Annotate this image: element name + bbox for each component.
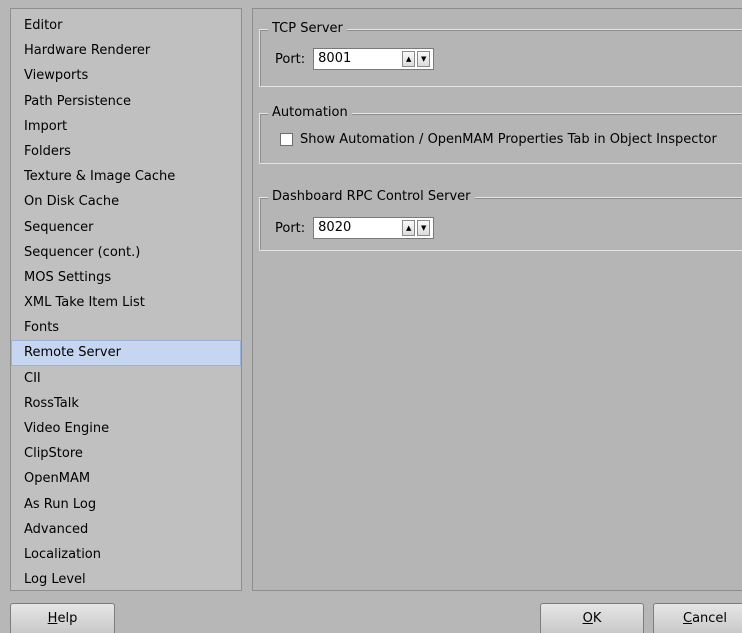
spin-up-icon[interactable]: ▲ [402, 220, 416, 236]
sidebar-item-cii[interactable]: CII [11, 366, 241, 391]
tcp-server-group-title: TCP Server [268, 21, 347, 37]
sidebar-item-xml-take-item-list[interactable]: XML Take Item List [11, 290, 241, 315]
sidebar-item-hardware-renderer[interactable]: Hardware Renderer [11, 38, 241, 63]
cancel-button[interactable]: Cancel [653, 603, 742, 633]
dashboard-rpc-group: Dashboard RPC Control Server Port: 8020 … [259, 189, 742, 251]
settings-category-list[interactable]: Editor Hardware Renderer Viewports Path … [10, 8, 242, 591]
sidebar-item-import[interactable]: Import [11, 114, 241, 139]
sidebar-item-rosstalk[interactable]: RossTalk [11, 391, 241, 416]
automation-group: Automation Show Automation / OpenMAM Pro… [259, 105, 742, 164]
sidebar-item-openmam[interactable]: OpenMAM [11, 466, 241, 491]
sidebar-item-video-engine[interactable]: Video Engine [11, 416, 241, 441]
automation-checkbox-label[interactable]: Show Automation / OpenMAM Properties Tab… [300, 132, 717, 147]
tcp-port-spin-buttons: ▲ ▼ [402, 51, 431, 67]
sidebar-item-clipstore[interactable]: ClipStore [11, 441, 241, 466]
tcp-port-spinbox[interactable]: 8001 ▲ ▼ [313, 48, 435, 70]
ok-button[interactable]: OK [540, 603, 644, 633]
spin-down-icon[interactable]: ▼ [417, 51, 431, 67]
help-button-label: Help [47, 611, 78, 626]
sidebar-item-fonts[interactable]: Fonts [11, 315, 241, 340]
automation-checkbox[interactable] [280, 133, 293, 146]
tcp-port-value[interactable]: 8001 [318, 49, 351, 69]
sidebar-item-remote-server[interactable]: Remote Server [11, 340, 241, 366]
sidebar-item-editor[interactable]: Editor [11, 13, 241, 38]
sidebar-item-localization[interactable]: Localization [11, 542, 241, 567]
dashboard-rpc-group-title: Dashboard RPC Control Server [268, 189, 475, 205]
spin-up-icon[interactable]: ▲ [402, 51, 416, 67]
spin-down-icon[interactable]: ▼ [417, 220, 431, 236]
tcp-port-label: Port: [275, 51, 306, 67]
dashboard-port-label: Port: [275, 220, 306, 236]
sidebar-item-on-disk-cache[interactable]: On Disk Cache [11, 189, 241, 214]
dashboard-port-spin-buttons: ▲ ▼ [402, 220, 431, 236]
dashboard-port-value[interactable]: 8020 [318, 218, 351, 238]
sidebar-item-sequencer[interactable]: Sequencer [11, 215, 241, 240]
ok-button-label: OK [582, 611, 602, 626]
sidebar-item-advanced[interactable]: Advanced [11, 517, 241, 542]
sidebar-item-log-level[interactable]: Log Level [11, 567, 241, 592]
automation-group-title: Automation [268, 105, 352, 121]
sidebar-item-sequencer-cont[interactable]: Sequencer (cont.) [11, 240, 241, 265]
sidebar-item-texture-image-cache[interactable]: Texture & Image Cache [11, 164, 241, 189]
sidebar-item-viewports[interactable]: Viewports [11, 63, 241, 88]
tcp-port-row: Port: 8001 ▲ ▼ [275, 48, 435, 70]
help-button[interactable]: Help [10, 603, 115, 633]
settings-panel: TCP Server Port: 8001 ▲ ▼ Automation Sho… [252, 8, 742, 591]
automation-checkbox-row[interactable]: Show Automation / OpenMAM Properties Tab… [280, 132, 717, 147]
sidebar-item-mos-settings[interactable]: MOS Settings [11, 265, 241, 290]
dashboard-port-row: Port: 8020 ▲ ▼ [275, 217, 435, 239]
sidebar-item-as-run-log[interactable]: As Run Log [11, 492, 241, 517]
tcp-server-group: TCP Server Port: 8001 ▲ ▼ [259, 21, 742, 87]
cancel-button-label: Cancel [683, 611, 728, 626]
dashboard-port-spinbox[interactable]: 8020 ▲ ▼ [313, 217, 435, 239]
sidebar-item-path-persistence[interactable]: Path Persistence [11, 89, 241, 114]
sidebar-item-folders[interactable]: Folders [11, 139, 241, 164]
